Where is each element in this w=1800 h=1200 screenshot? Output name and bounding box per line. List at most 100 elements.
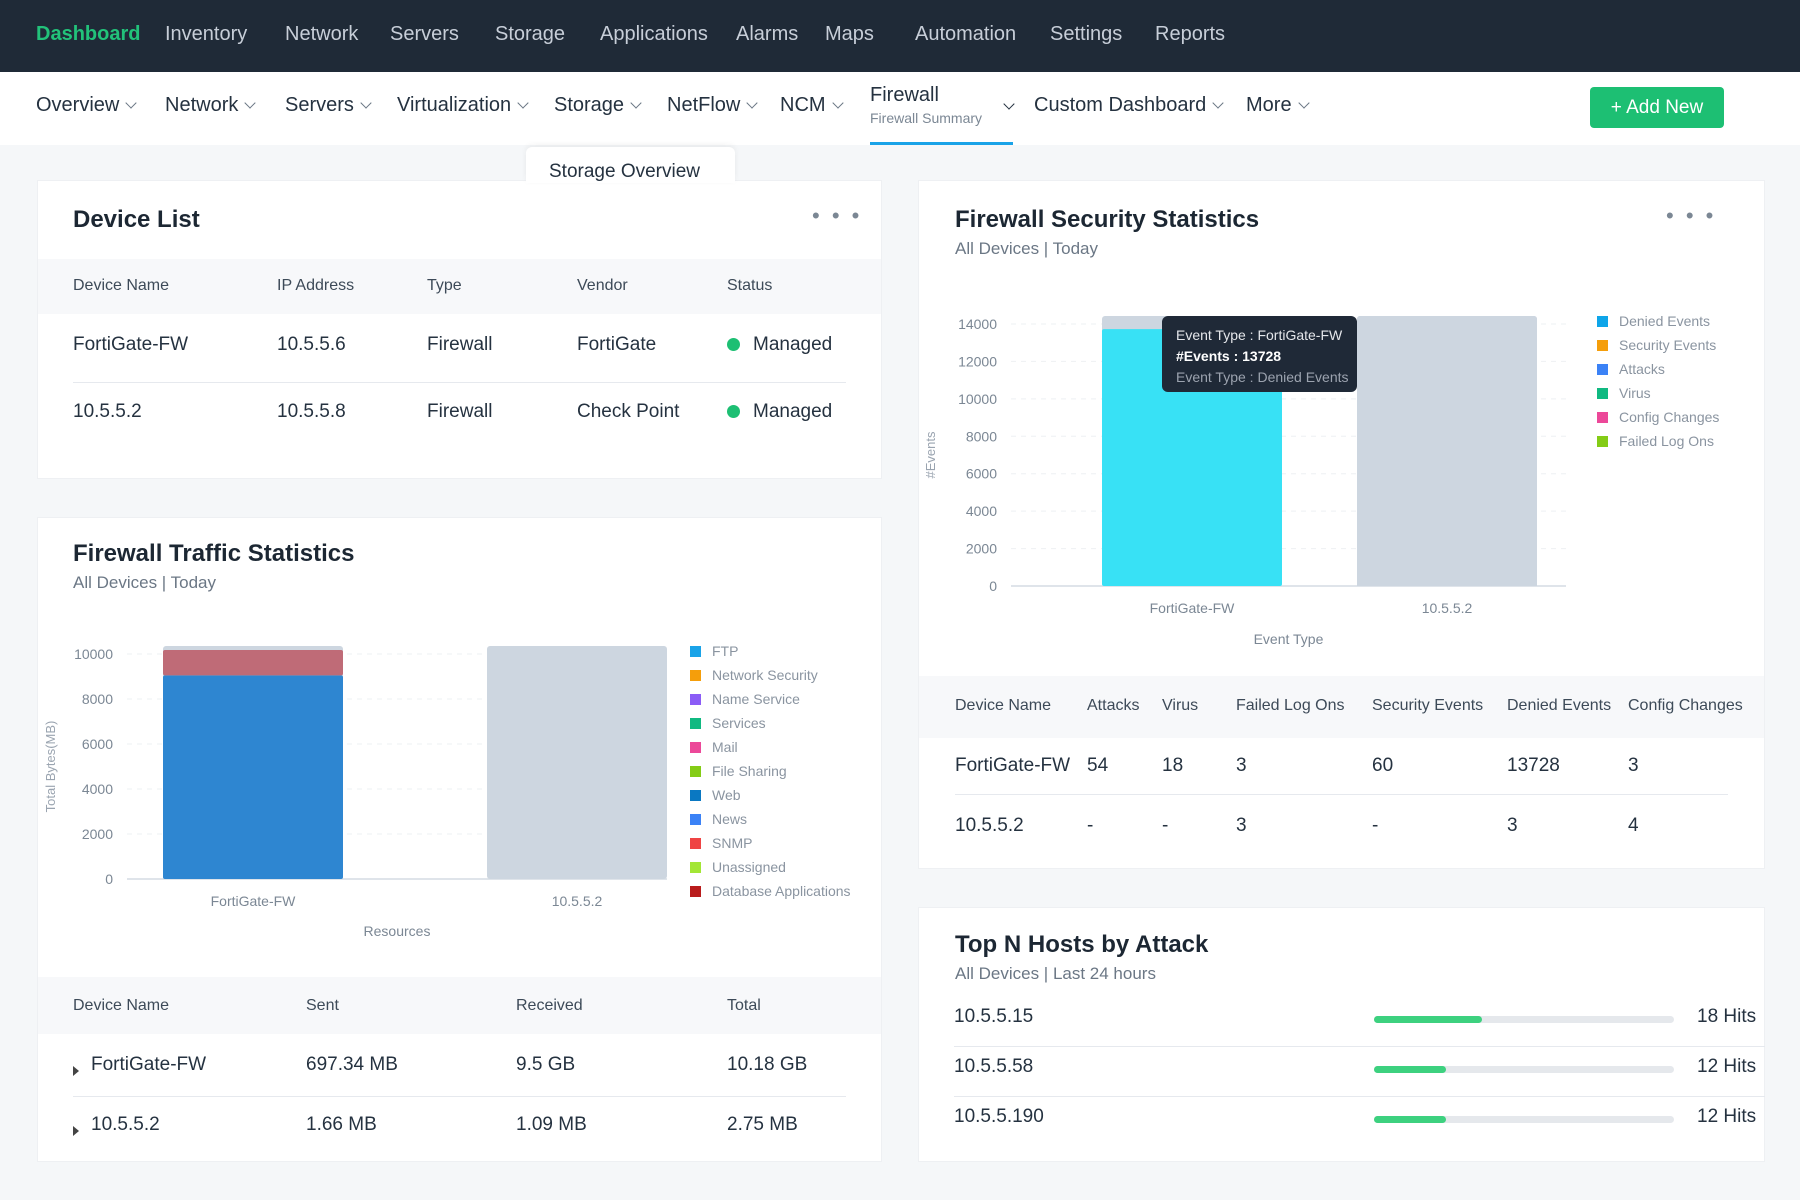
topnav-settings[interactable]: Settings [1050,23,1122,46]
y-tick-label: 0 [105,871,113,887]
device-name[interactable]: FortiGate-FW [955,755,1070,777]
topnav-inventory[interactable]: Inventory [165,23,247,46]
hits-bar [1374,1116,1674,1123]
cell: 3 [1236,815,1247,836]
label: Firewall [870,84,939,106]
y-tick-label: 4000 [82,781,113,797]
legend-swatch [690,838,701,849]
device-name[interactable]: 10.5.5.2 [955,815,1024,837]
topnav-maps[interactable]: Maps [825,23,874,46]
subnav-storage[interactable]: Storage [554,94,642,117]
chevron-down-icon [1297,97,1310,109]
subnav-network[interactable]: Network [165,94,257,117]
subnav-overview[interactable]: Overview [36,94,138,117]
column-header[interactable]: Failed Log Ons [1236,697,1345,715]
legend-item: SNMP [712,835,752,851]
legend-swatch [690,646,701,657]
legend-swatch [1597,316,1608,327]
host-ip[interactable]: 10.5.5.15 [954,1006,1033,1028]
device-name[interactable]: 10.5.5.2 [73,401,142,423]
y-tick-label: 8000 [966,428,997,444]
hits-bar-fill [1374,1066,1446,1073]
topnav-alarms[interactable]: Alarms [736,23,798,46]
column-header[interactable]: Virus [1162,697,1198,715]
column-header[interactable]: Type [427,277,462,295]
status: Managed [727,401,832,423]
y-tick-label: 8000 [82,691,113,707]
traffic-card: Firewall Traffic Statistics All Devices … [37,517,882,1162]
hits-label: 12 Hits [1697,1106,1757,1127]
column-header[interactable]: IP Address [277,277,354,295]
topnav-storage[interactable]: Storage [495,23,565,46]
host-ip[interactable]: 10.5.5.58 [954,1056,1033,1078]
column-header[interactable]: Denied Events [1507,697,1611,715]
topnav-servers[interactable]: Servers [390,23,459,46]
subnav-more[interactable]: More [1246,94,1310,117]
device-name[interactable]: 10.5.5.2 [73,1114,160,1136]
column-header[interactable]: Config Changes [1628,697,1743,715]
column-header[interactable]: Device Name [955,697,1051,715]
subnav-virtualization[interactable]: Virtualization [397,94,529,117]
label: Storage [554,94,625,116]
topnav-reports[interactable]: Reports [1155,23,1225,46]
hits-bar [1374,1016,1674,1023]
device-name[interactable]: FortiGate-FW [73,334,188,356]
cell: 54 [1087,755,1109,776]
legend-item: Security Events [1619,337,1716,353]
x-axis-label: Event Type [1254,631,1324,647]
hits-bar-fill [1374,1116,1446,1123]
topnav-network[interactable]: Network [285,23,358,46]
divider [73,1096,846,1097]
subnav-netflow[interactable]: NetFlow [667,94,759,117]
card-title: Device List [73,206,200,233]
y-tick-label: 10000 [958,391,997,407]
x-tick-label: 10.5.5.2 [552,893,603,909]
chevron-down-icon [746,97,759,109]
cell: 3 [1628,755,1639,776]
legend-swatch [690,886,701,897]
device-name[interactable]: FortiGate-FW [73,1054,206,1076]
more-options-icon[interactable]: • • • [812,203,862,229]
expand-caret-icon[interactable] [73,1126,79,1136]
topnav-automation[interactable]: Automation [915,23,1016,46]
column-header[interactable]: Received [516,997,583,1015]
tooltip-line: Event Type : FortiGate-FW [1176,327,1343,343]
topnav-dashboard[interactable]: Dashboard [36,23,140,46]
legend-item: Virus [1619,385,1651,401]
column-header[interactable]: Vendor [577,277,628,295]
host-ip[interactable]: 10.5.5.190 [954,1106,1044,1128]
traffic-chart: 0 2000 4000 6000 8000 10000 FortiGate-FW 10.5.5… [43,643,851,939]
status-label: Managed [753,334,833,355]
storage-overview-menu-item[interactable]: Storage Overview [526,147,735,183]
subnav-custom-dashboard[interactable]: Custom Dashboard [1034,94,1224,117]
column-header[interactable]: Sent [306,997,339,1015]
status-dot-icon [727,405,740,418]
topnav-applications[interactable]: Applications [600,23,708,46]
column-header[interactable]: Device Name [73,277,169,295]
label: Servers [285,94,354,116]
subnav-ncm[interactable]: NCM [780,94,844,117]
received: 9.5 GB [516,1054,576,1075]
divider [954,1046,1765,1047]
expand-caret-icon[interactable] [73,1066,79,1076]
label: NCM [780,94,826,116]
column-header[interactable]: Attacks [1087,697,1139,715]
card-subtitle: All Devices | Last 24 hours [955,964,1156,983]
column-header[interactable]: Status [727,277,772,295]
y-tick-label: 6000 [82,736,113,752]
y-tick-label: 12000 [958,353,997,369]
label: NetFlow [667,94,741,116]
bar-segment [163,675,343,879]
subnav-servers[interactable]: Servers [285,94,372,117]
chevron-down-icon [1212,97,1224,109]
column-header[interactable]: Device Name [73,997,169,1015]
subnav-firewall[interactable]: Firewall Firewall Summary [870,84,1015,145]
bar-background [487,646,667,879]
active-sub-label: Firewall Summary [870,110,983,126]
legend-swatch [690,790,701,801]
add-new-button[interactable]: + Add New [1590,87,1724,128]
column-header[interactable]: Total [727,997,761,1015]
chevron-down-icon [244,97,257,109]
column-header[interactable]: Security Events [1372,697,1483,715]
chevron-down-icon [125,97,138,109]
